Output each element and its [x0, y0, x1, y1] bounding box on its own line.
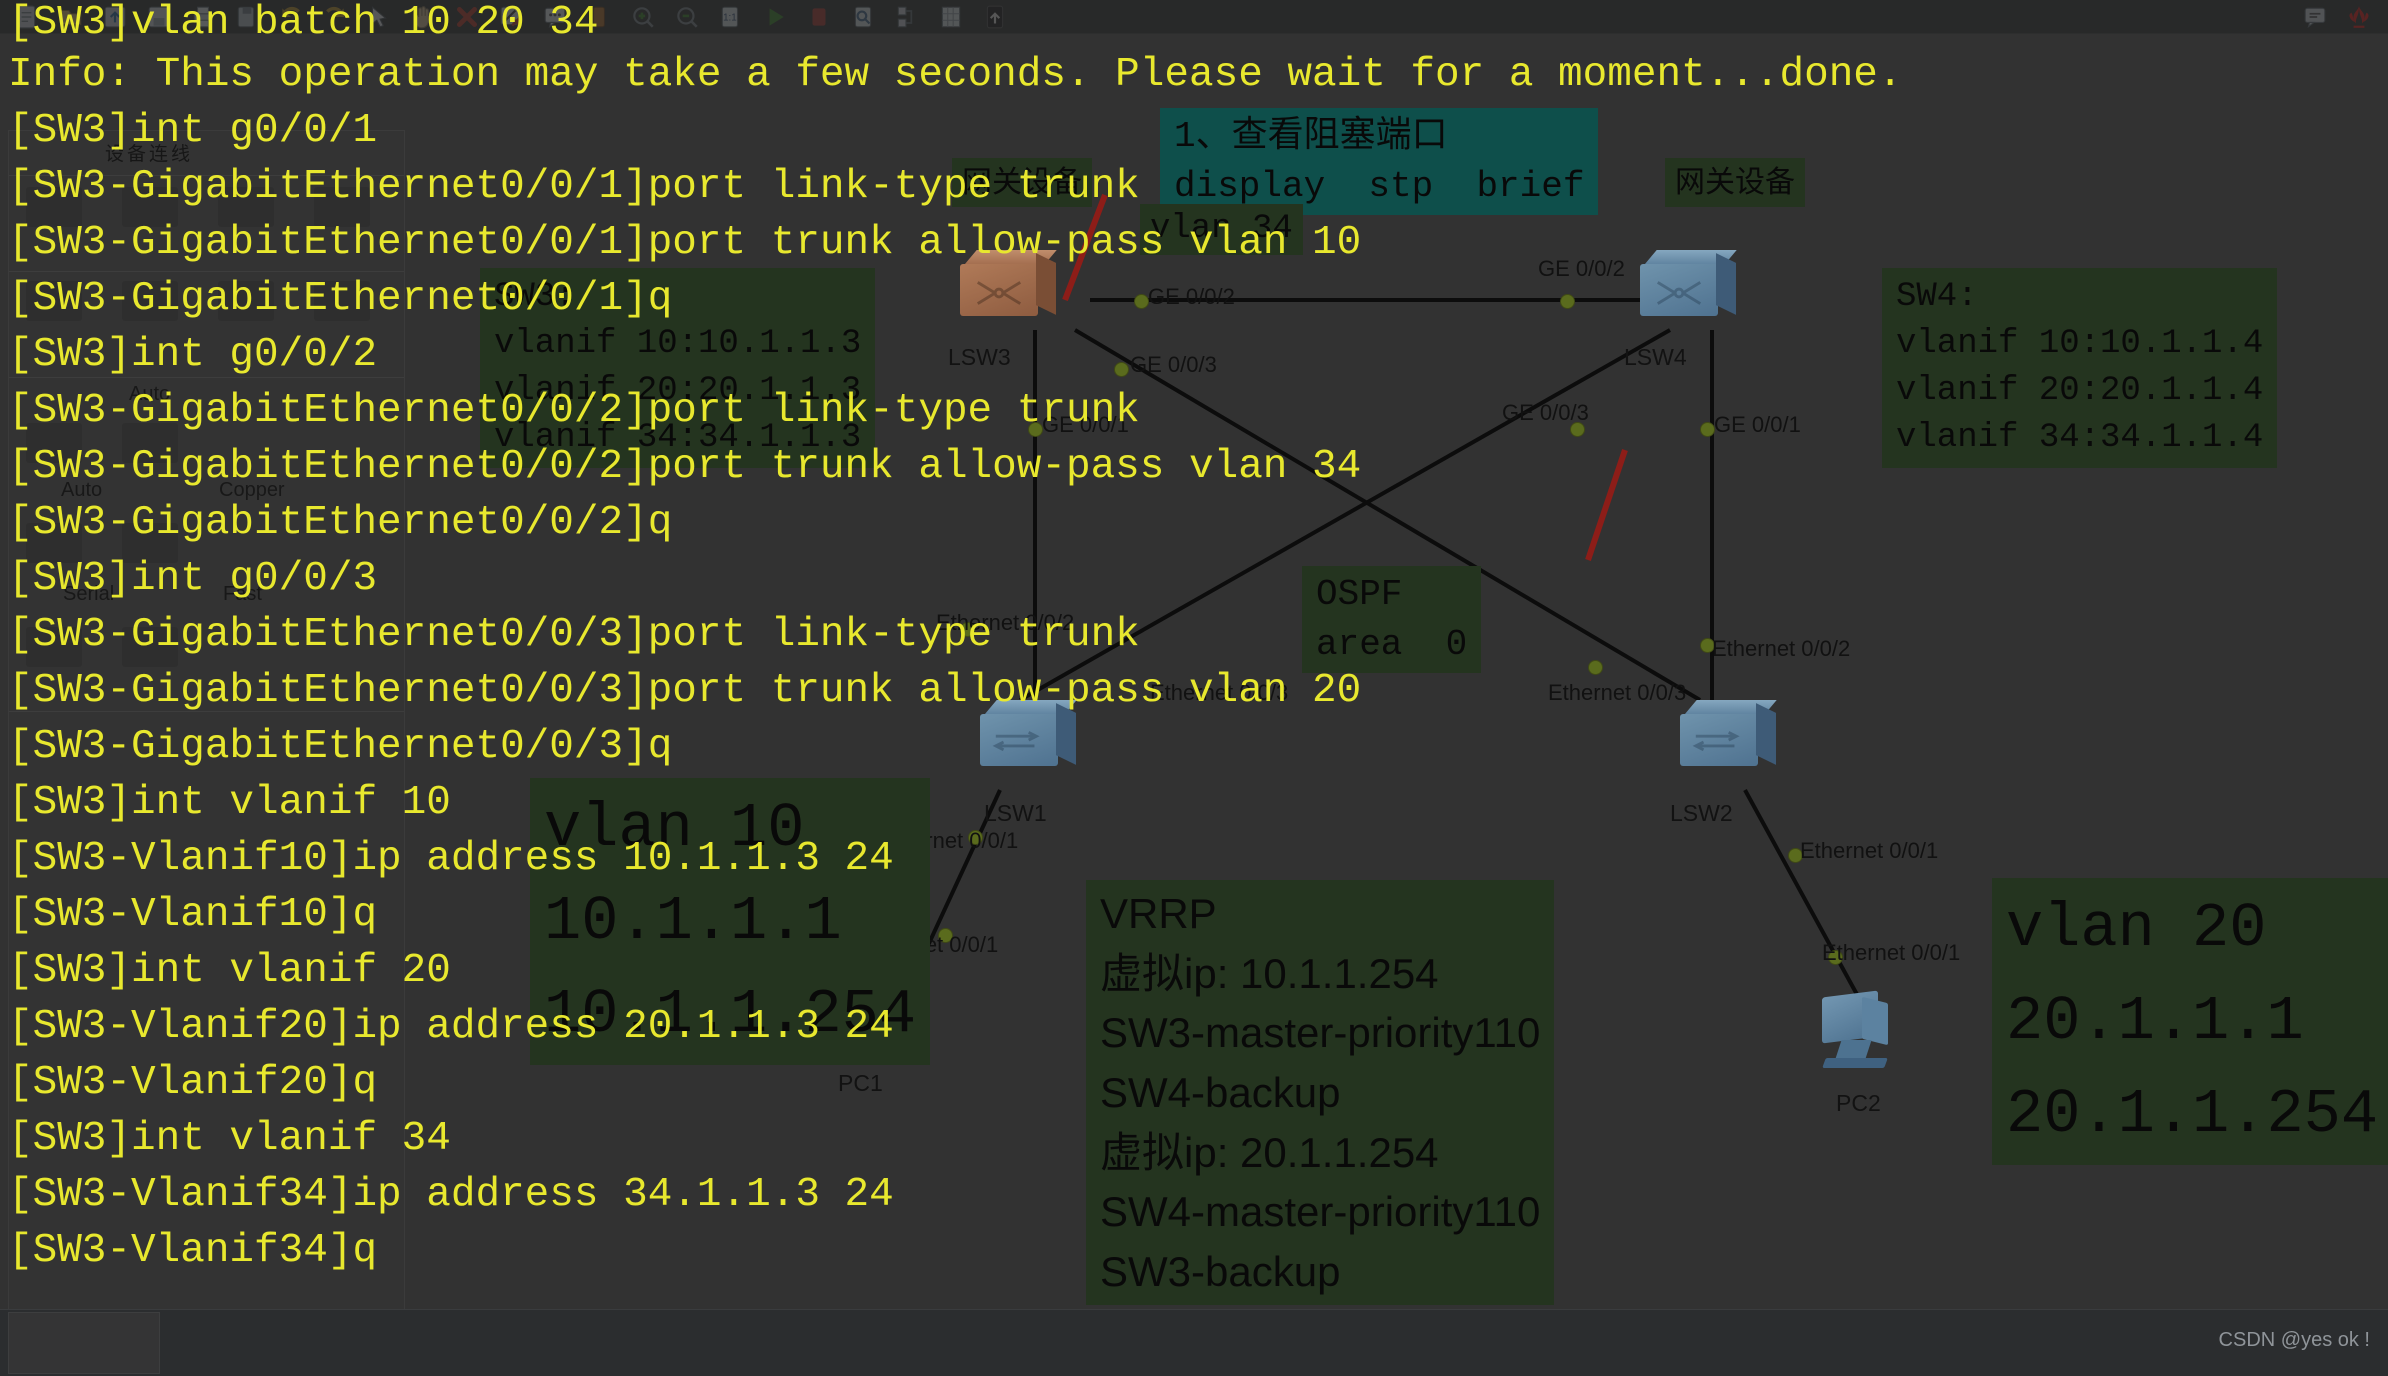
start-device-icon[interactable] [760, 4, 790, 30]
device-label-lsw4: LSW4 [1624, 344, 1687, 370]
new-topology-icon[interactable] [12, 4, 42, 30]
add-shape-icon[interactable] [584, 4, 614, 30]
grid-icon[interactable] [936, 4, 966, 30]
taskbar-item[interactable] [8, 1312, 160, 1374]
taskbar [0, 1309, 2388, 1376]
device-lsw3[interactable]: LSW3 [948, 250, 1060, 370]
note-vlan20[interactable]: vlan 20 20.1.1.1 20.1.1.254 [1992, 878, 2388, 1165]
device-pc2[interactable]: PC2 [1818, 990, 1904, 1116]
huawei-logo-icon [2344, 4, 2374, 30]
note-sw3-config[interactable]: SW3: vlanif 10:10.1.1.3 vlanif 20:20.1.1… [480, 268, 876, 468]
capture-packet-icon[interactable] [848, 4, 878, 30]
l3-switch-icon [1640, 250, 1740, 328]
save-topology-icon[interactable] [100, 4, 130, 30]
topology-canvas[interactable]: 设备连线 Auto Auto Copper Serial Fast GE 0/0… [0, 0, 2388, 1376]
note-vrrp[interactable]: VRRP 虚拟ip: 10.1.1.254 SW3-master-priorit… [1086, 880, 1555, 1306]
link-dot-lsw4-ge001 [1700, 422, 1715, 437]
iflabel-lsw4-ge003: GE 0/0/3 [1502, 400, 1589, 425]
iflabel-lsw2-e0003: Ethernet 0/0/3 [1548, 680, 1687, 705]
stop-device-icon[interactable] [804, 4, 834, 30]
comment-icon[interactable] [2300, 4, 2330, 30]
note-vlan34[interactable]: vlan 34 [1140, 204, 1303, 255]
device-label-lsw3: LSW3 [948, 344, 1011, 370]
link-dot-lsw4-ge002 [1560, 294, 1575, 309]
print-icon[interactable] [188, 4, 218, 30]
device-label-pc2: PC2 [1836, 1090, 1881, 1116]
device-label-lsw2: LSW2 [1670, 800, 1733, 826]
hand-tool-icon[interactable] [408, 4, 438, 30]
iflabel-lsw4-ge002: GE 0/0/2 [1538, 256, 1625, 281]
iflabel-lsw2-e0001: Ethernet 0/0/1 [1800, 838, 1939, 863]
device-lsw2[interactable]: LSW2 [1670, 700, 1780, 826]
select-tool-icon[interactable] [364, 4, 394, 30]
save-as-icon[interactable] [144, 4, 174, 30]
restore-zoom-icon[interactable]: 1:1 [716, 4, 746, 30]
watermark: CSDN @yes ok ! [2218, 1329, 2370, 1351]
iflabel-lsw2-e0002: Ethernet 0/0/2 [1712, 636, 1851, 661]
l2-switch-icon [1680, 700, 1780, 778]
link-dot-lsw3-ge003 [1114, 362, 1129, 377]
ensp-window: 设备连线 Auto Auto Copper Serial Fast GE 0/0… [0, 0, 2388, 1376]
iflabel-lsw3-ge001: GE 0/0/1 [1042, 412, 1129, 437]
pc-icon [1818, 990, 1904, 1078]
iflabel-lsw1-e0002: Ethernet 0/0/2 [936, 610, 1075, 635]
add-note-icon[interactable] [540, 4, 570, 30]
note-sw4-config[interactable]: SW4: vlanif 10:10.1.1.4 vlanif 20:20.1.1… [1882, 268, 2278, 468]
l3-switch-icon [960, 250, 1060, 328]
device-lsw4[interactable]: LSW4 [1624, 250, 1740, 370]
svg-text:1:1: 1:1 [723, 12, 737, 23]
iflabel-lsw3-ge002: GE 0/0/2 [1148, 284, 1235, 309]
zoom-in-icon[interactable] [628, 4, 658, 30]
delete-link-icon[interactable] [496, 4, 526, 30]
link-dot-lsw3-ge002 [1134, 294, 1149, 309]
zoom-out-icon[interactable] [672, 4, 702, 30]
undo-icon[interactable] [276, 4, 306, 30]
link-dot-lsw3-ge001 [1028, 422, 1043, 437]
note-gateway-left[interactable]: 网关设备 [952, 158, 1092, 208]
import-device-icon[interactable] [980, 4, 1010, 30]
note-stp-task[interactable]: 1、查看阻塞端口 display stp brief [1160, 108, 1599, 216]
redo-icon[interactable] [320, 4, 350, 30]
main-toolbar[interactable]: 1:1 [0, 0, 2388, 34]
device-lsw1[interactable]: LSW1 [980, 700, 1080, 826]
note-ospf-area[interactable]: OSPF area 0 [1302, 566, 1482, 674]
device-label-lsw1: LSW1 [984, 800, 1047, 826]
delete-icon[interactable] [452, 4, 482, 30]
export-icon[interactable] [232, 4, 262, 30]
open-topology-icon[interactable] [56, 4, 86, 30]
iflabel-lsw1-e0003: Ethernet 0/0/3 [1150, 680, 1289, 705]
l2-switch-icon [980, 700, 1080, 778]
topology-tree-icon[interactable] [892, 4, 922, 30]
link-dot-lsw1-e0003 [1588, 660, 1603, 675]
note-gateway-right[interactable]: 网关设备 [1665, 158, 1805, 208]
note-vlan10[interactable]: vlan 10 10.1.1.1 10.1.1.254 [530, 778, 931, 1065]
device-label-pc1: PC1 [838, 1070, 883, 1096]
iflabel-lsw4-ge001: GE 0/0/1 [1714, 412, 1801, 437]
iflabel-pc2-e0001: Ethernet 0/0/1 [1822, 940, 1961, 965]
iflabel-lsw3-ge003: GE 0/0/3 [1130, 352, 1217, 377]
